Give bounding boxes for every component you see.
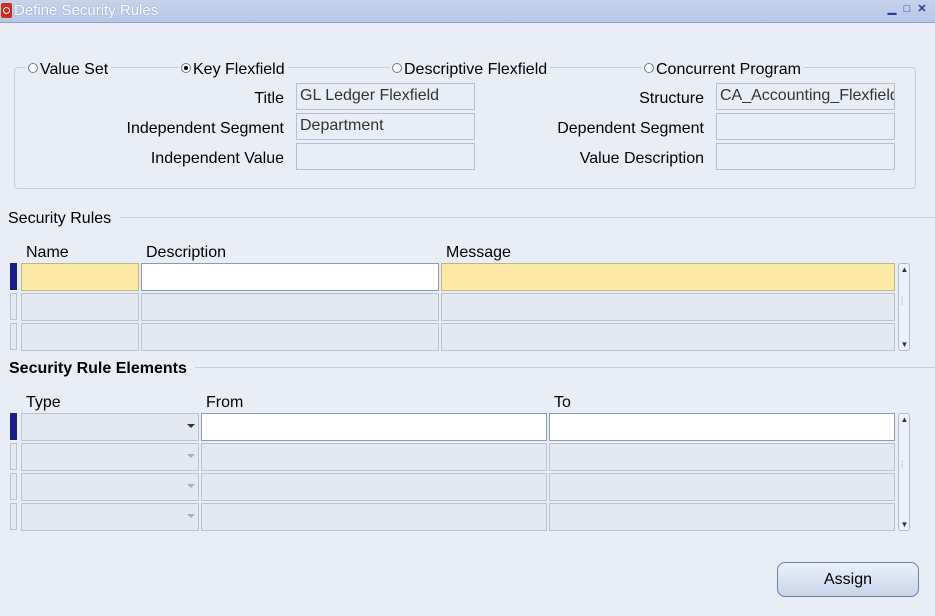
element-type-select[interactable]: [21, 473, 199, 501]
assign-button[interactable]: Assign: [777, 562, 919, 597]
oracle-app-icon[interactable]: [1, 3, 12, 18]
element-from-cell[interactable]: [201, 503, 547, 531]
record-indicator[interactable]: [10, 503, 17, 530]
rule-description-cell[interactable]: [141, 323, 439, 351]
radio-concurrent-program[interactable]: Concurrent Program: [642, 61, 804, 79]
element-type-select[interactable]: [21, 413, 199, 441]
section-divider: [195, 367, 935, 368]
radio-icon[interactable]: [28, 63, 38, 73]
element-type-select[interactable]: [21, 443, 199, 471]
dependent-segment-field[interactable]: [716, 113, 895, 140]
element-from-cell[interactable]: [201, 473, 547, 501]
rule-name-cell[interactable]: [21, 323, 139, 351]
title-label: Title: [254, 90, 284, 107]
radio-icon[interactable]: [392, 63, 402, 73]
structure-label: Structure: [639, 90, 704, 107]
independent-value-label: Independent Value: [150, 150, 284, 167]
column-header-to: To: [554, 394, 571, 411]
title-field[interactable]: GL Ledger Flexfield: [296, 83, 475, 110]
value-description-field[interactable]: [716, 143, 895, 170]
record-indicator[interactable]: [10, 473, 17, 500]
element-to-cell[interactable]: [549, 473, 895, 501]
title-bar: Define Security Rules ▁ □ ✕: [0, 0, 935, 23]
element-from-cell[interactable]: [201, 413, 547, 441]
record-indicator[interactable]: [10, 413, 17, 440]
radio-key-flexfield[interactable]: Key Flexfield: [179, 61, 288, 79]
value-description-label: Value Description: [579, 150, 704, 167]
scroll-down-icon[interactable]: ▼: [900, 340, 909, 349]
radio-value-set[interactable]: Value Set: [26, 61, 112, 79]
independent-segment-field[interactable]: Department: [296, 113, 475, 140]
chevron-down-icon[interactable]: [187, 424, 195, 428]
minimize-icon[interactable]: ▁: [887, 4, 897, 15]
radio-selected-icon[interactable]: [181, 63, 191, 73]
scroll-grip-icon[interactable]: ⁝ ⁝: [901, 296, 907, 307]
window-title: Define Security Rules: [14, 2, 159, 19]
rule-description-cell[interactable]: [141, 293, 439, 321]
record-indicator[interactable]: [10, 443, 17, 470]
scroll-grip-icon[interactable]: ⁝ ⁝: [901, 460, 907, 471]
chevron-down-icon[interactable]: [187, 484, 195, 488]
radio-icon[interactable]: [644, 63, 654, 73]
rule-name-cell[interactable]: [21, 293, 139, 321]
elements-scrollbar[interactable]: ▲ ⁝ ⁝ ▼: [898, 413, 910, 531]
scroll-up-icon[interactable]: ▲: [900, 415, 909, 424]
column-header-description: Description: [146, 244, 227, 261]
scroll-up-icon[interactable]: ▲: [900, 265, 909, 274]
record-indicator[interactable]: [10, 293, 17, 320]
element-to-cell[interactable]: [549, 443, 895, 471]
column-header-message: Message: [446, 244, 511, 261]
security-rule-elements-heading: Security Rule Elements: [9, 360, 187, 377]
column-header-type: Type: [26, 394, 61, 411]
rule-description-cell[interactable]: [141, 263, 439, 291]
dependent-segment-label: Dependent Segment: [557, 120, 704, 137]
chevron-down-icon[interactable]: [187, 454, 195, 458]
column-header-from: From: [206, 394, 244, 411]
rule-message-cell[interactable]: [441, 263, 895, 291]
record-indicator[interactable]: [10, 323, 17, 350]
scroll-down-icon[interactable]: ▼: [900, 520, 909, 529]
close-icon[interactable]: ✕: [917, 4, 927, 15]
maximize-icon[interactable]: □: [902, 4, 912, 15]
radio-descriptive-flexfield[interactable]: Descriptive Flexfield: [390, 61, 551, 79]
rules-scrollbar[interactable]: ▲ ⁝ ⁝ ▼: [898, 263, 910, 351]
independent-segment-label: Independent Segment: [126, 120, 284, 137]
rule-name-cell[interactable]: [21, 263, 139, 291]
independent-value-field[interactable]: [296, 143, 475, 170]
rule-message-cell[interactable]: [441, 323, 895, 351]
section-divider: [120, 217, 935, 218]
record-indicator[interactable]: [10, 263, 17, 290]
chevron-down-icon[interactable]: [187, 514, 195, 518]
element-to-cell[interactable]: [549, 503, 895, 531]
structure-field[interactable]: CA_Accounting_Flexfield: [716, 83, 895, 110]
element-type-select[interactable]: [21, 503, 199, 531]
element-from-cell[interactable]: [201, 443, 547, 471]
column-header-name: Name: [26, 244, 69, 261]
element-to-cell[interactable]: [549, 413, 895, 441]
security-rules-heading: Security Rules: [8, 210, 112, 227]
rule-message-cell[interactable]: [441, 293, 895, 321]
